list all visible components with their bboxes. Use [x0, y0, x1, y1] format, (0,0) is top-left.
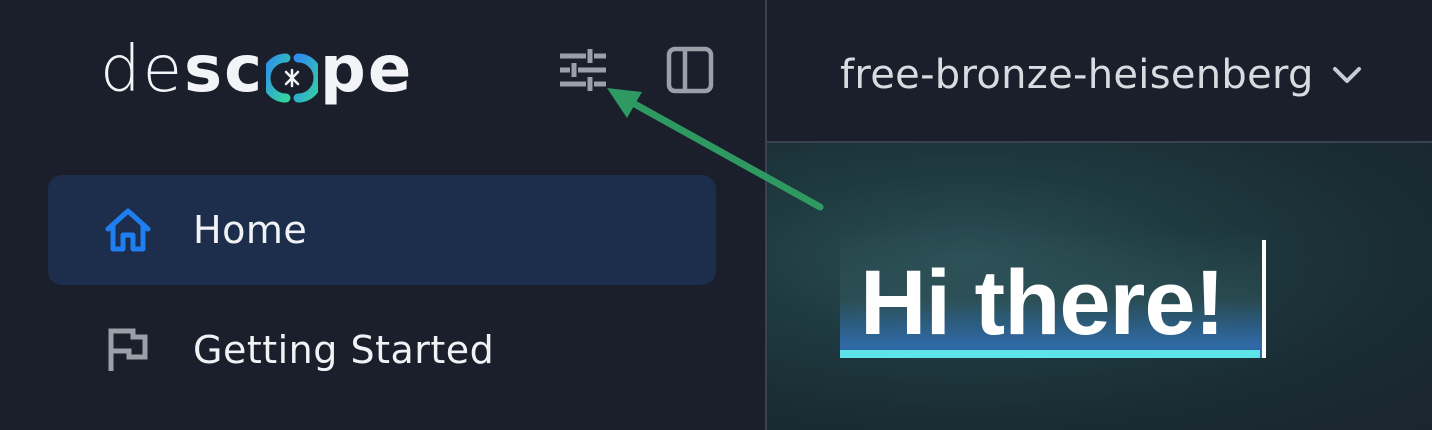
- panel-toggle-icon: [665, 45, 715, 100]
- text-caret: [1262, 240, 1266, 358]
- home-icon: [102, 204, 154, 256]
- descope-logo[interactable]: de sc pe: [100, 30, 413, 110]
- sidebar-item-label: Getting Started: [193, 328, 495, 372]
- greeting-heading: Hi there!: [860, 252, 1225, 354]
- greeting-block: Hi there!: [840, 228, 1268, 358]
- sidebar-item-home[interactable]: Home: [48, 175, 716, 285]
- project-name: free-bronze-heisenberg: [840, 52, 1314, 98]
- sidebar: de sc pe Home Getting Started: [0, 0, 766, 430]
- project-selector[interactable]: free-bronze-heisenberg: [840, 40, 1364, 110]
- logo-text-part3: pe: [320, 33, 414, 107]
- logo-mark-icon: [261, 46, 323, 103]
- logo-text-part2: sc: [184, 33, 265, 107]
- chevron-down-icon: [1330, 58, 1364, 92]
- sidebar-item-getting-started[interactable]: Getting Started: [48, 295, 716, 405]
- panel-toggle-button[interactable]: [660, 42, 720, 102]
- sidebar-item-label: Home: [193, 208, 308, 252]
- customize-button[interactable]: [552, 42, 612, 102]
- flag-icon: [102, 324, 154, 376]
- logo-text-part1: de: [100, 33, 184, 107]
- sliders-icon: [556, 44, 608, 101]
